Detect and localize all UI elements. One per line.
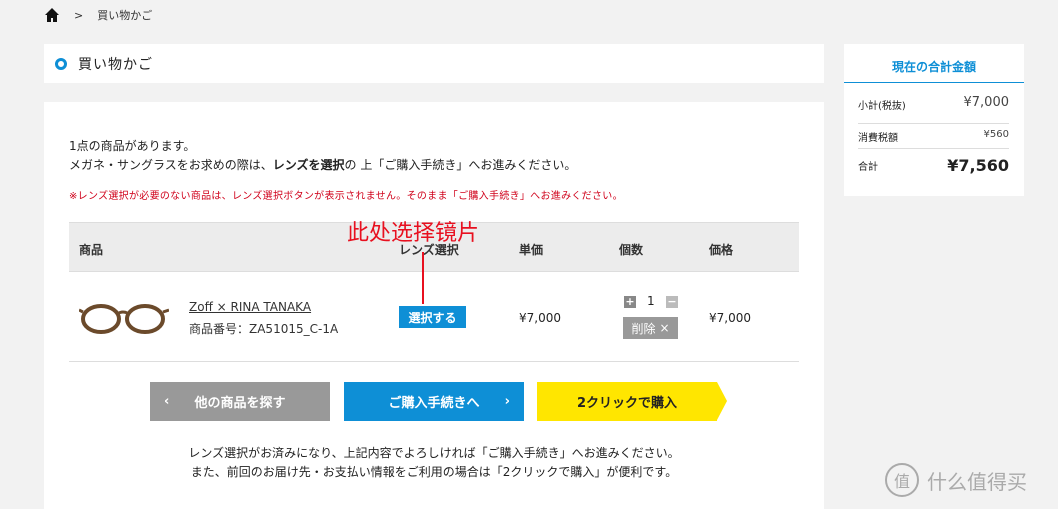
header-price: 価格 [709, 243, 734, 257]
tax-row: 消費税額 ¥560 [858, 129, 1009, 149]
product-name-link[interactable]: Zoff × RINA TANAKA [189, 300, 311, 314]
watermark-text: 什么值得买 [927, 469, 1027, 494]
select-lens-button[interactable]: 選択する [399, 306, 466, 328]
summary-title: 現在の合計金額 [844, 44, 1024, 83]
instruction-pre: メガネ・サングラスをお求めの際は、 [69, 158, 273, 172]
header-unit-price: 単価 [519, 243, 544, 257]
subtotal-row: 小計(税抜) ¥7,000 [858, 95, 1010, 124]
order-summary: 現在の合計金額 小計(税抜) ¥7,000 消費税額 ¥560 合計 ¥7,56… [844, 44, 1024, 196]
row-price: ¥7,000 [709, 311, 751, 325]
delete-label: 削除 [631, 321, 656, 336]
qty-value: 1 [647, 294, 655, 308]
breadcrumb-current: 買い物かご [97, 9, 153, 22]
breadcrumb-separator: > [74, 8, 84, 22]
page-title: 買い物かご [78, 56, 153, 73]
cart-panel: 1点の商品があります。 メガネ・サングラスをお求めの際は、レンズを選択の 上「ご… [44, 102, 824, 509]
item-count-text: 1点の商品があります。 [69, 139, 196, 153]
total-value: ¥7,560 [947, 156, 1009, 175]
instruction-post: の 上「ご購入手続き」へお進みください。 [344, 158, 577, 172]
lens-warning: ※レンズ選択が必要のない商品は、レンズ選択ボタンが表示されません。そのまま「ご購… [69, 191, 623, 202]
subtotal-value: ¥7,000 [963, 95, 1010, 110]
close-icon: × [659, 321, 670, 335]
instruction-bold: レンズを選択 [272, 158, 345, 172]
total-row: 合計 ¥7,560 [858, 156, 1009, 175]
header-qty: 個数 [619, 243, 644, 257]
qty-minus-button[interactable]: − [666, 296, 678, 308]
chevron-right-icon: › [504, 394, 510, 409]
two-click-label: 2クリックで購入 [576, 396, 678, 411]
checkout-note-line2: また、前回のお届け先・お支払い情報をご利用の場合は「2クリックで購入」が便利です… [190, 465, 678, 479]
tax-value: ¥560 [983, 129, 1009, 140]
home-icon[interactable] [44, 7, 60, 23]
checkout-note-line1: レンズ選択がお済みになり、上記内容でよろしければ「ご購入手続き」へお進みください… [188, 446, 680, 460]
lens-instruction: メガネ・サングラスをお求めの際は、レンズを選択の 上「ご購入手続き」へお進みくだ… [69, 156, 576, 175]
two-click-buy-button[interactable]: 2クリックで購入 [537, 382, 727, 421]
watermark-logo-icon: 值 [885, 463, 919, 497]
cart-intro: 1点の商品があります。 メガネ・サングラスをお求めの際は、レンズを選択の 上「ご… [69, 137, 576, 175]
annotation-text: 此处选择镜片 [347, 221, 480, 246]
delete-button[interactable]: 削除 × [623, 317, 678, 339]
chevron-left-icon: ‹ [164, 394, 170, 409]
table-row: Zoff × RINA TANAKA 商品番号：ZA51015_C-1A 選択す… [69, 272, 799, 362]
checkout-label: ご購入手続きへ [388, 396, 480, 411]
product-code: 商品番号：ZA51015_C-1A [189, 322, 339, 336]
tax-label: 消費税額 [858, 133, 898, 144]
unit-price: ¥7,000 [519, 311, 561, 325]
qty-plus-button[interactable]: + [624, 296, 636, 308]
subtotal-label: 小計(税抜) [858, 101, 906, 112]
total-label: 合計 [858, 162, 878, 173]
continue-shopping-label: 他の商品を探す [194, 396, 286, 411]
checkout-button[interactable]: ご購入手続きへ › [344, 382, 524, 421]
header-product: 商品 [79, 243, 104, 257]
breadcrumb: > 買い物かご [44, 6, 152, 24]
page-title-bar: 買い物かご [44, 44, 824, 83]
continue-shopping-button[interactable]: ‹ 他の商品を探す [150, 382, 330, 421]
checkout-note: レンズ選択がお済みになり、上記内容でよろしければ「ご購入手続き」へお進みください… [44, 444, 824, 482]
glasses-image[interactable] [79, 300, 169, 336]
watermark: 值 什么值得买 [885, 463, 1027, 497]
annotation-line [422, 252, 424, 304]
circle-icon [55, 57, 67, 70]
